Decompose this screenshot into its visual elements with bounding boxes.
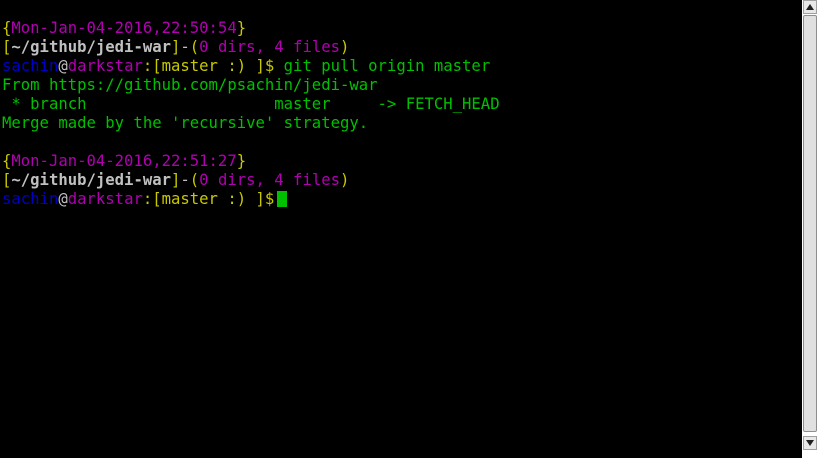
brace-open: {: [2, 19, 12, 37]
timestamp-line: {Mon-Jan-04-2016,22:51:27}: [2, 152, 246, 171]
paren-open: (: [189, 38, 200, 56]
paren-close: ): [340, 171, 350, 189]
terminal-window[interactable]: {Mon-Jan-04-2016,22:50:54} [~/github/jed…: [0, 0, 802, 458]
bracket-close: ]: [171, 38, 181, 56]
prompt-line[interactable]: sachin@darkstar:[master :) ]$: [2, 190, 288, 209]
timestamp: Mon-Jan-04-2016,22:51:27: [11, 152, 237, 170]
prompt-at: @: [58, 190, 68, 208]
prompt-at: @: [58, 57, 68, 75]
paren-close: ): [340, 38, 350, 56]
prompt-user: sachin: [2, 190, 59, 208]
output-merge: Merge made by the 'recursive' strategy.: [2, 114, 369, 132]
dash: -: [180, 171, 190, 189]
bracket-open: [: [2, 38, 12, 56]
timestamp: Mon-Jan-04-2016,22:50:54: [11, 19, 237, 37]
brace-close: }: [236, 19, 247, 37]
dir-info: 0 dirs, 4 files: [199, 38, 340, 56]
output-branch: * branch master -> FETCH_HEAD: [2, 95, 500, 113]
path-line: [~/github/jedi-war]-(0 dirs, 4 files): [2, 171, 349, 190]
dir-info: 0 dirs, 4 files: [199, 171, 340, 189]
arrow-up-icon: [806, 4, 814, 10]
text-cursor: [277, 191, 288, 207]
prompt-host: darkstar: [67, 190, 143, 208]
prompt-branch: :[master :) ]$: [142, 190, 275, 208]
bracket-open: [: [2, 171, 12, 189]
output-from: From https://github.com/psachin/jedi-war: [2, 76, 378, 94]
scroll-thumb[interactable]: [803, 15, 817, 432]
scroll-down-button[interactable]: [803, 436, 817, 450]
path-line: [~/github/jedi-war]-(0 dirs, 4 files): [2, 38, 349, 57]
cwd-path: ~/github/jedi-war: [11, 171, 171, 189]
arrow-down-icon: [806, 440, 814, 446]
paren-open: (: [189, 171, 200, 189]
dash: -: [180, 38, 190, 56]
prompt-host: darkstar: [67, 57, 143, 75]
cwd-path: ~/github/jedi-war: [11, 38, 171, 56]
scroll-up-button[interactable]: [803, 0, 817, 14]
bracket-close: ]: [171, 171, 181, 189]
brace-open: {: [2, 152, 12, 170]
prompt-line: sachin@darkstar:[master :) ]$ git pull o…: [2, 57, 490, 76]
timestamp-line: {Mon-Jan-04-2016,22:50:54}: [2, 19, 246, 38]
prompt-branch: :[master :) ]$: [142, 57, 275, 75]
prompt-user: sachin: [2, 57, 59, 75]
command-text: git pull origin master: [274, 57, 491, 75]
brace-close: }: [236, 152, 247, 170]
vertical-scrollbar[interactable]: [802, 0, 818, 458]
